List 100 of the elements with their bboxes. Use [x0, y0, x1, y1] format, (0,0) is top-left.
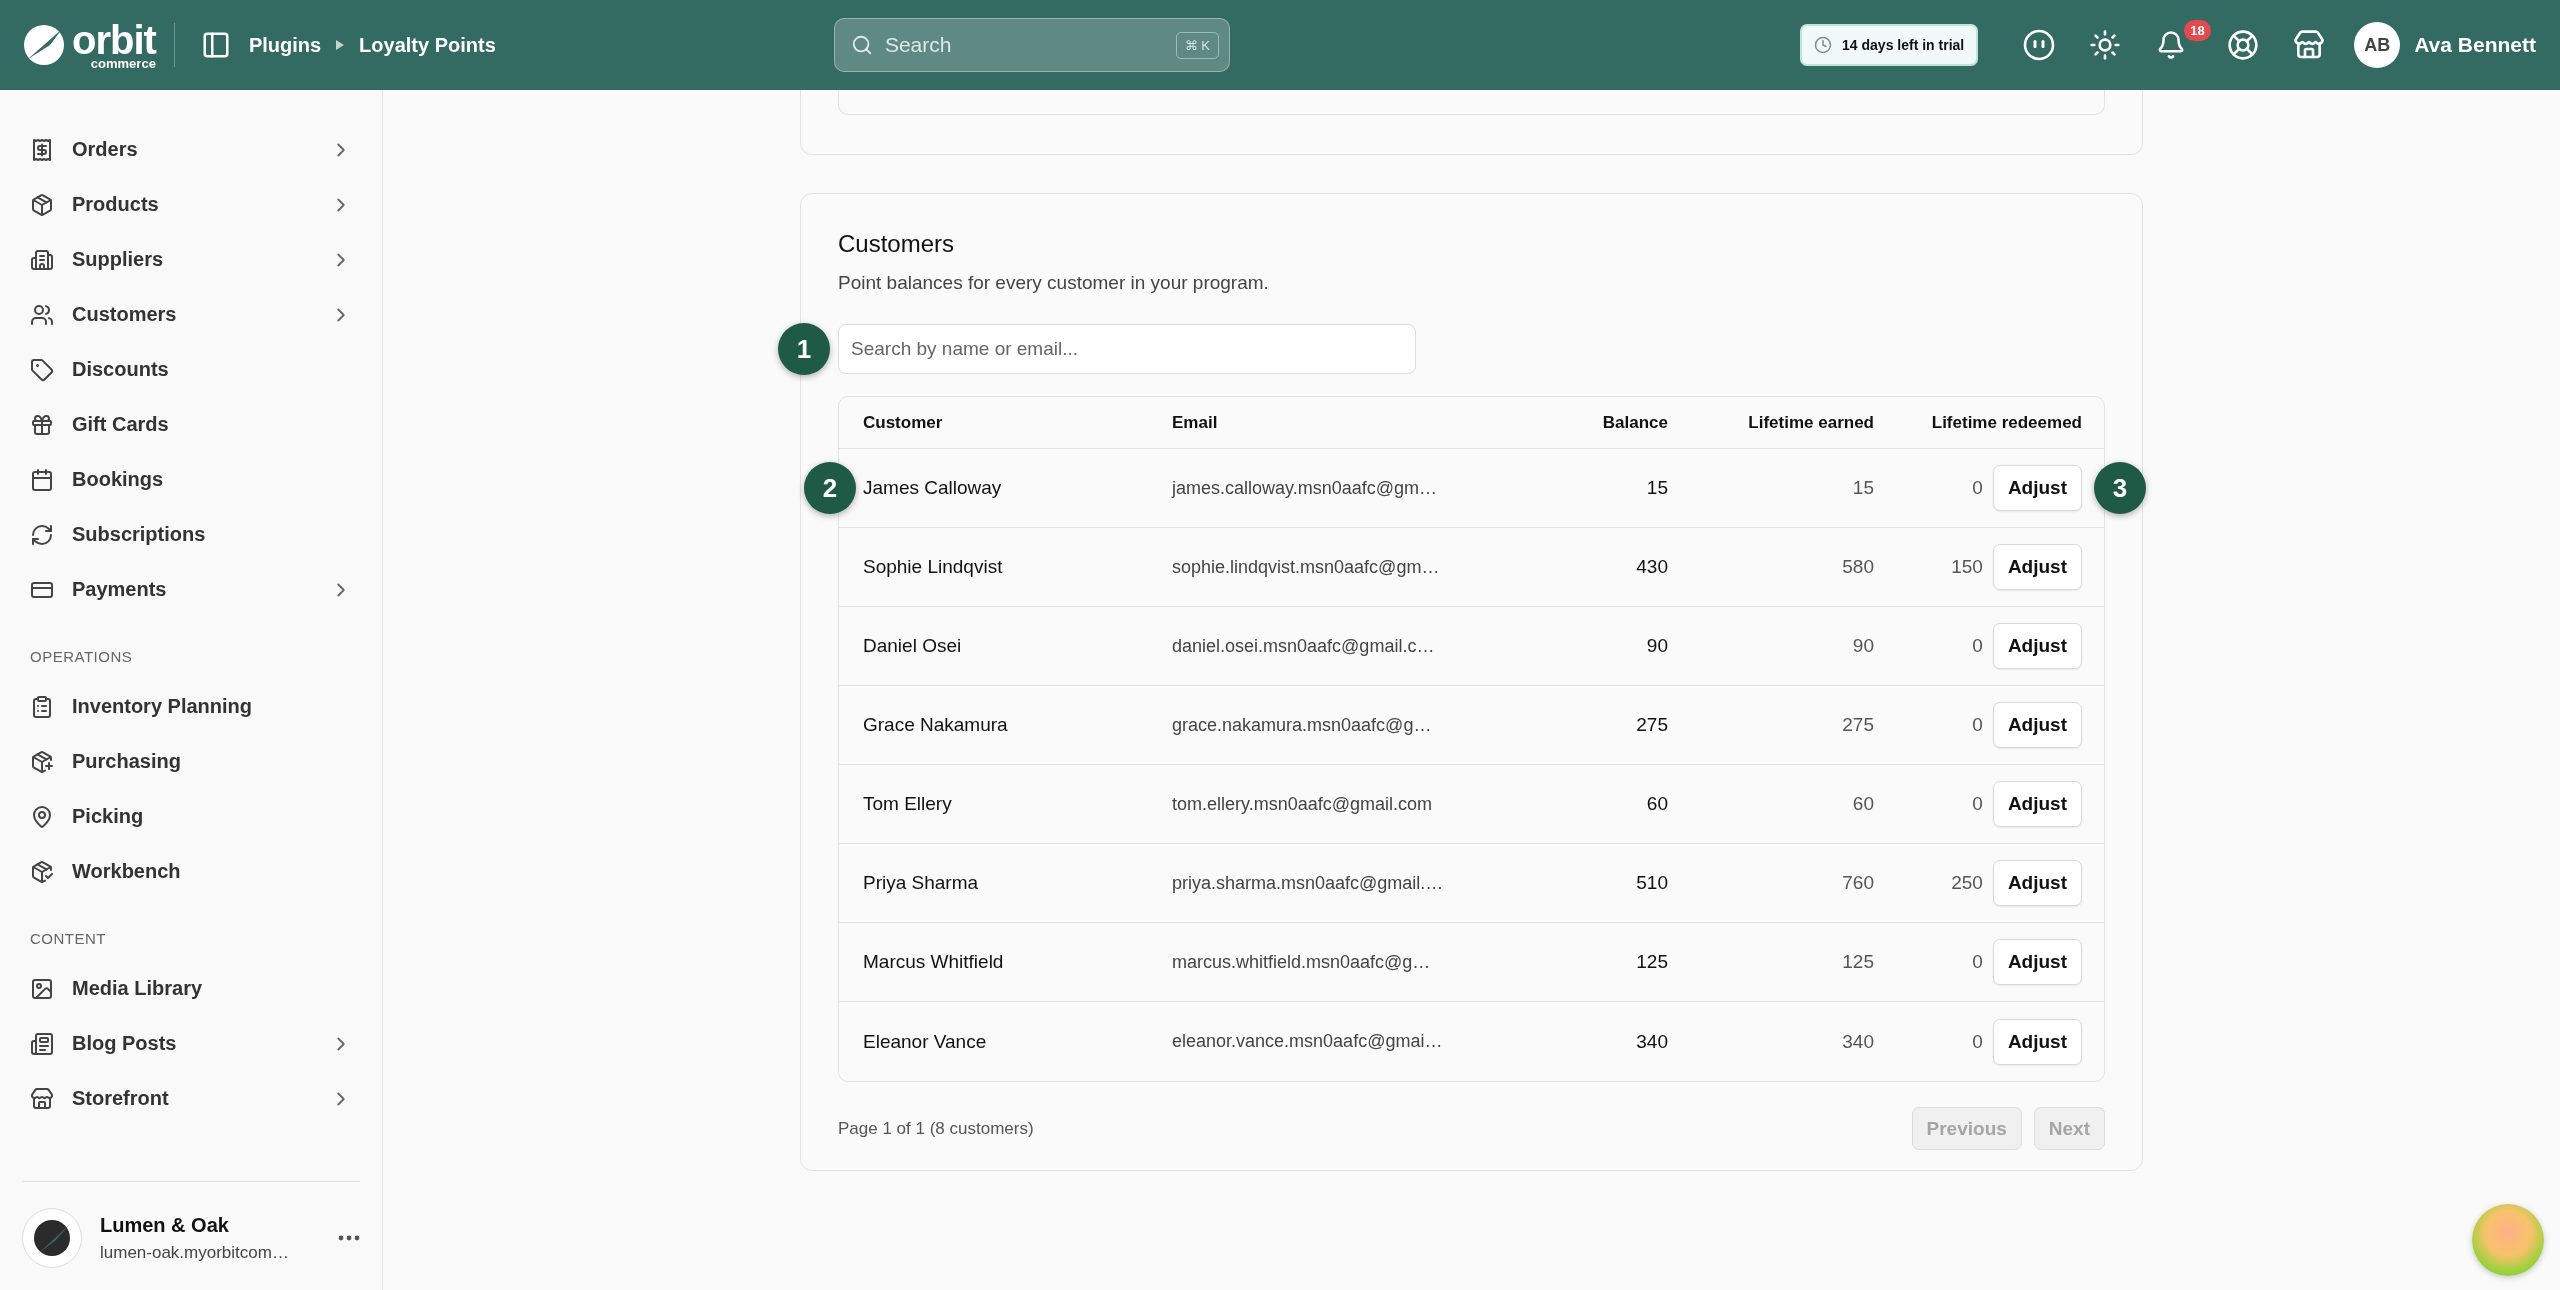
clipboard-icon: [30, 694, 54, 719]
sidebar-item[interactable]: Subscriptions: [0, 507, 382, 562]
face-icon: [2022, 28, 2057, 62]
column-header: Balance: [1601, 412, 1668, 433]
map-pin-icon: [30, 804, 54, 829]
earned-cell-text: 90: [1851, 635, 1874, 657]
step-marker: 1: [778, 323, 830, 375]
logo-tagline: commerce: [90, 57, 156, 70]
sidebar-item[interactable]: Workbench: [0, 844, 382, 899]
sidebar-item[interactable]: Suppliers: [0, 232, 382, 287]
trial-text: 14 days left in trial: [1842, 37, 1965, 53]
adjust-button[interactable]: Adjust: [1992, 465, 2082, 511]
column-header: Lifetime redeemed: [1930, 412, 2082, 433]
page-info: Page 1 of 1 (8 customers): [838, 1118, 1035, 1139]
redeemed-cell: 0: [1972, 635, 1983, 657]
sidebar-item[interactable]: Payments: [0, 562, 382, 617]
column-header: Email: [1172, 412, 1219, 433]
store-name: Lumen & Oak: [100, 1213, 230, 1237]
tag-icon: [30, 357, 54, 382]
sidebar-item[interactable]: Purchasing: [0, 734, 382, 789]
redeemed-cell: 0: [1972, 714, 1983, 736]
earned-cell-text: 125: [1841, 951, 1874, 973]
customer-name: Marcus Whitfield: [863, 951, 1005, 973]
box-icon: [30, 192, 54, 217]
balance-cell-text: 340: [1635, 1030, 1668, 1053]
column-header: Customer: [863, 412, 944, 433]
more-icon: [338, 1235, 360, 1241]
more-button[interactable]: [338, 1235, 360, 1241]
balance-cell-text: 275: [1635, 714, 1668, 736]
section-heading: CONTENT: [29, 928, 107, 949]
email-cell-text: marcus.whitfield.msn0aafc@g…: [1172, 951, 1432, 973]
adjust-button[interactable]: Adjust: [1992, 781, 2082, 827]
step-marker: 2: [804, 462, 856, 514]
earned-cell-text: 60: [1851, 793, 1874, 815]
receipt-icon: [30, 137, 54, 162]
redeemed-cell: 250: [1951, 872, 1983, 894]
balance-cell-text: 15: [1645, 477, 1668, 499]
earned-cell-text: 580: [1841, 556, 1874, 578]
refresh-icon: [30, 522, 54, 547]
sidebar-item[interactable]: Customers: [0, 287, 382, 342]
trial-badge[interactable]: 14 days left in trial: [1800, 24, 1979, 66]
balance-cell-text: 430: [1635, 556, 1668, 578]
redeemed-cell: 0: [1972, 793, 1983, 815]
redeemed-cell: 0: [1972, 951, 1983, 973]
breadcrumb-link[interactable]: Loyalty Points: [359, 33, 496, 57]
building-icon: [30, 247, 54, 272]
store-url: lumen-oak.myorbitcom…: [100, 1242, 290, 1263]
balance-cell-text: 510: [1635, 872, 1668, 894]
sidebar-item[interactable]: Media Library: [0, 961, 382, 1016]
logo-wordmark: orbit: [72, 20, 156, 60]
adjust-button[interactable]: Adjust: [1992, 544, 2082, 590]
notification-count: 18: [2184, 20, 2211, 41]
sidebar-item[interactable]: Gift Cards: [0, 397, 382, 452]
email-cell-text: priya.sharma.msn0aafc@gmail.…: [1172, 872, 1445, 894]
earned-cell-text: 275: [1841, 714, 1874, 736]
adjust-button[interactable]: Adjust: [1992, 860, 2082, 906]
balance-cell-text: 60: [1645, 793, 1668, 815]
sidebar-item[interactable]: Inventory Planning: [0, 679, 382, 734]
customer-name: Eleanor Vance: [863, 1030, 988, 1053]
user-name[interactable]: Ava Bennett: [2414, 33, 2536, 57]
customer-name: James Calloway: [863, 477, 1003, 499]
gift-icon: [30, 412, 54, 437]
calendar-icon: [30, 467, 54, 492]
adjust-button[interactable]: Adjust: [1992, 623, 2082, 669]
email-cell-text: grace.nakamura.msn0aafc@g…: [1172, 714, 1433, 736]
customer-name: Sophie Lindqvist: [863, 556, 1004, 578]
store-icon: [2293, 29, 2326, 61]
sun-icon: [2089, 29, 2122, 61]
sidebar-item[interactable]: Picking: [0, 789, 382, 844]
box-check-icon: [30, 859, 54, 884]
email-cell-text: sophie.lindqvist.msn0aafc@gm…: [1172, 556, 1441, 578]
earned-cell-text: 340: [1841, 1030, 1874, 1053]
sidebar-item[interactable]: Discounts: [0, 342, 382, 397]
breadcrumb-caret-icon: [335, 39, 346, 51]
sidebar-item[interactable]: Bookings: [0, 452, 382, 507]
image-icon: [30, 976, 54, 1001]
customer-name: Tom Ellery: [863, 793, 953, 815]
store-icon: [30, 1086, 54, 1111]
adjust-button[interactable]: Adjust: [1992, 1018, 2082, 1065]
user-avatar[interactable]: AB: [2354, 22, 2401, 68]
logo-icon: [22, 23, 66, 67]
customer-name: Daniel Osei: [863, 635, 963, 657]
email-cell-text: tom.ellery.msn0aafc@gmail.com: [1172, 793, 1433, 815]
section-heading: OPERATIONS: [29, 646, 134, 667]
sidebar-item[interactable]: Storefront: [0, 1071, 382, 1126]
breadcrumb-link[interactable]: Plugins: [248, 33, 322, 57]
redeemed-cell: 0: [1972, 477, 1983, 499]
shortcut-hint: ⌘ K: [1175, 31, 1219, 59]
customer-name: Grace Nakamura: [863, 714, 1009, 736]
search-icon: [850, 34, 873, 56]
clock-icon: [1814, 36, 1833, 54]
sidebar-item[interactable]: Blog Posts: [0, 1016, 382, 1071]
adjust-button[interactable]: Adjust: [1992, 702, 2082, 748]
search-field[interactable]: Search by name or email...: [838, 324, 1416, 374]
customer-name: Priya Sharma: [863, 872, 980, 894]
adjust-button[interactable]: Adjust: [1992, 939, 2082, 985]
sidebar-item[interactable]: Products: [0, 177, 382, 232]
redeemed-cell: 0: [1972, 1030, 1983, 1053]
sidebar-item[interactable]: Orders: [0, 122, 382, 177]
box-plus-icon: [30, 749, 54, 774]
